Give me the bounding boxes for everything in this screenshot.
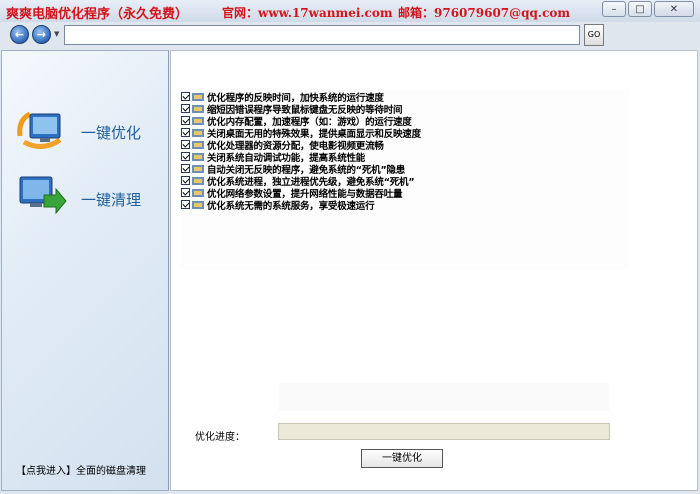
address-input[interactable]	[64, 25, 580, 45]
title-bar: 爽爽电脑优化程序（永久免费） 官网：www.17wanmei.com 邮箱：97…	[0, 0, 700, 22]
list-item[interactable]: 优化内存配置，加速程序（如：游戏）的运行速度	[181, 115, 412, 128]
maximize-icon[interactable]: □	[628, 1, 652, 17]
list-item[interactable]: 关闭系统自动调试功能，提高系统性能	[181, 151, 365, 164]
app-title: 爽爽电脑优化程序（永久免费）	[6, 7, 189, 22]
back-arrow-icon[interactable]: ←	[10, 25, 29, 44]
list-item[interactable]: 优化处理器的资源分配，使电影视频更流畅	[181, 139, 384, 152]
sidebar-item-label: 一键优化	[81, 124, 142, 142]
list-item[interactable]: 优化网络参数设置，提升网络性能与数据吞吐量	[181, 187, 403, 200]
chevron-down-icon[interactable]: ▼	[54, 30, 59, 38]
checkbox[interactable]	[181, 116, 190, 125]
status-area	[279, 383, 609, 411]
monitor-clean-icon	[19, 176, 67, 215]
checkbox[interactable]	[181, 188, 190, 197]
website-text: 官网：www.17wanmei.com	[222, 6, 393, 20]
progress-label: 优化进度：	[195, 432, 245, 443]
gear-icon	[192, 164, 204, 173]
list-item[interactable]: 缩短因错误程序导致鼠标键盘无反映的等待时间	[181, 103, 403, 116]
gear-icon	[192, 176, 204, 185]
email-text: 邮箱：976079607@qq.com	[398, 6, 571, 20]
sidebar-item-optimize[interactable]: 一键优化	[16, 106, 166, 162]
gear-icon	[192, 116, 204, 125]
list-item[interactable]: 优化系统进程，独立进程优先级，避免系统“死机”	[181, 175, 415, 188]
forward-arrow-icon[interactable]: →	[32, 25, 51, 44]
checkbox[interactable]	[181, 176, 190, 185]
list-item[interactable]: 优化程序的反映时间，加快系统的运行速度	[181, 91, 384, 104]
checkbox[interactable]	[181, 92, 190, 101]
checkbox[interactable]	[181, 140, 190, 149]
checkbox[interactable]	[181, 128, 190, 137]
main-panel: 优化程序的反映时间，加快系统的运行速度 缩短因错误程序导致鼠标键盘无反映的等待时…	[170, 50, 698, 491]
list-item[interactable]: 自动关闭无反映的程序，避免系统的“死机”隐患	[181, 163, 405, 176]
checkbox[interactable]	[181, 164, 190, 173]
gear-icon	[192, 200, 204, 209]
gear-icon	[192, 104, 204, 113]
list-item[interactable]: 关闭桌面无用的特殊效果，提供桌面显示和反映速度	[181, 127, 421, 140]
sidebar-item-label: 一键清理	[81, 191, 142, 209]
option-label: 优化系统无需的系统服务，享受极速运行	[207, 200, 375, 212]
optimize-button[interactable]: 一键优化	[361, 449, 443, 468]
list-item[interactable]: 优化系统无需的系统服务，享受极速运行	[181, 199, 375, 212]
gear-icon	[192, 140, 204, 149]
gear-icon	[192, 188, 204, 197]
progress-bar	[278, 423, 610, 440]
monitor-optimize-icon	[17, 111, 62, 149]
disk-cleanup-link[interactable]: 【点我进入】全面的磁盘清理	[16, 462, 146, 477]
minimize-icon[interactable]: –	[602, 1, 626, 17]
gear-icon	[192, 152, 204, 161]
gear-icon	[192, 128, 204, 137]
checkbox[interactable]	[181, 104, 190, 113]
checkbox[interactable]	[181, 200, 190, 209]
go-button[interactable]: GO	[584, 24, 604, 46]
gear-icon	[192, 92, 204, 101]
close-icon[interactable]: ✕	[654, 1, 694, 17]
sidebar: 一键优化 一键清理 【点我进入】全面的磁盘清理	[1, 50, 169, 491]
window-controls: – □ ✕	[602, 1, 694, 17]
nav-bar: ← → ▼ GO	[0, 22, 700, 50]
options-list: 优化程序的反映时间，加快系统的运行速度 缩短因错误程序导致鼠标键盘无反映的等待时…	[181, 89, 629, 269]
sidebar-item-clean[interactable]: 一键清理	[16, 171, 166, 227]
checkbox[interactable]	[181, 152, 190, 161]
